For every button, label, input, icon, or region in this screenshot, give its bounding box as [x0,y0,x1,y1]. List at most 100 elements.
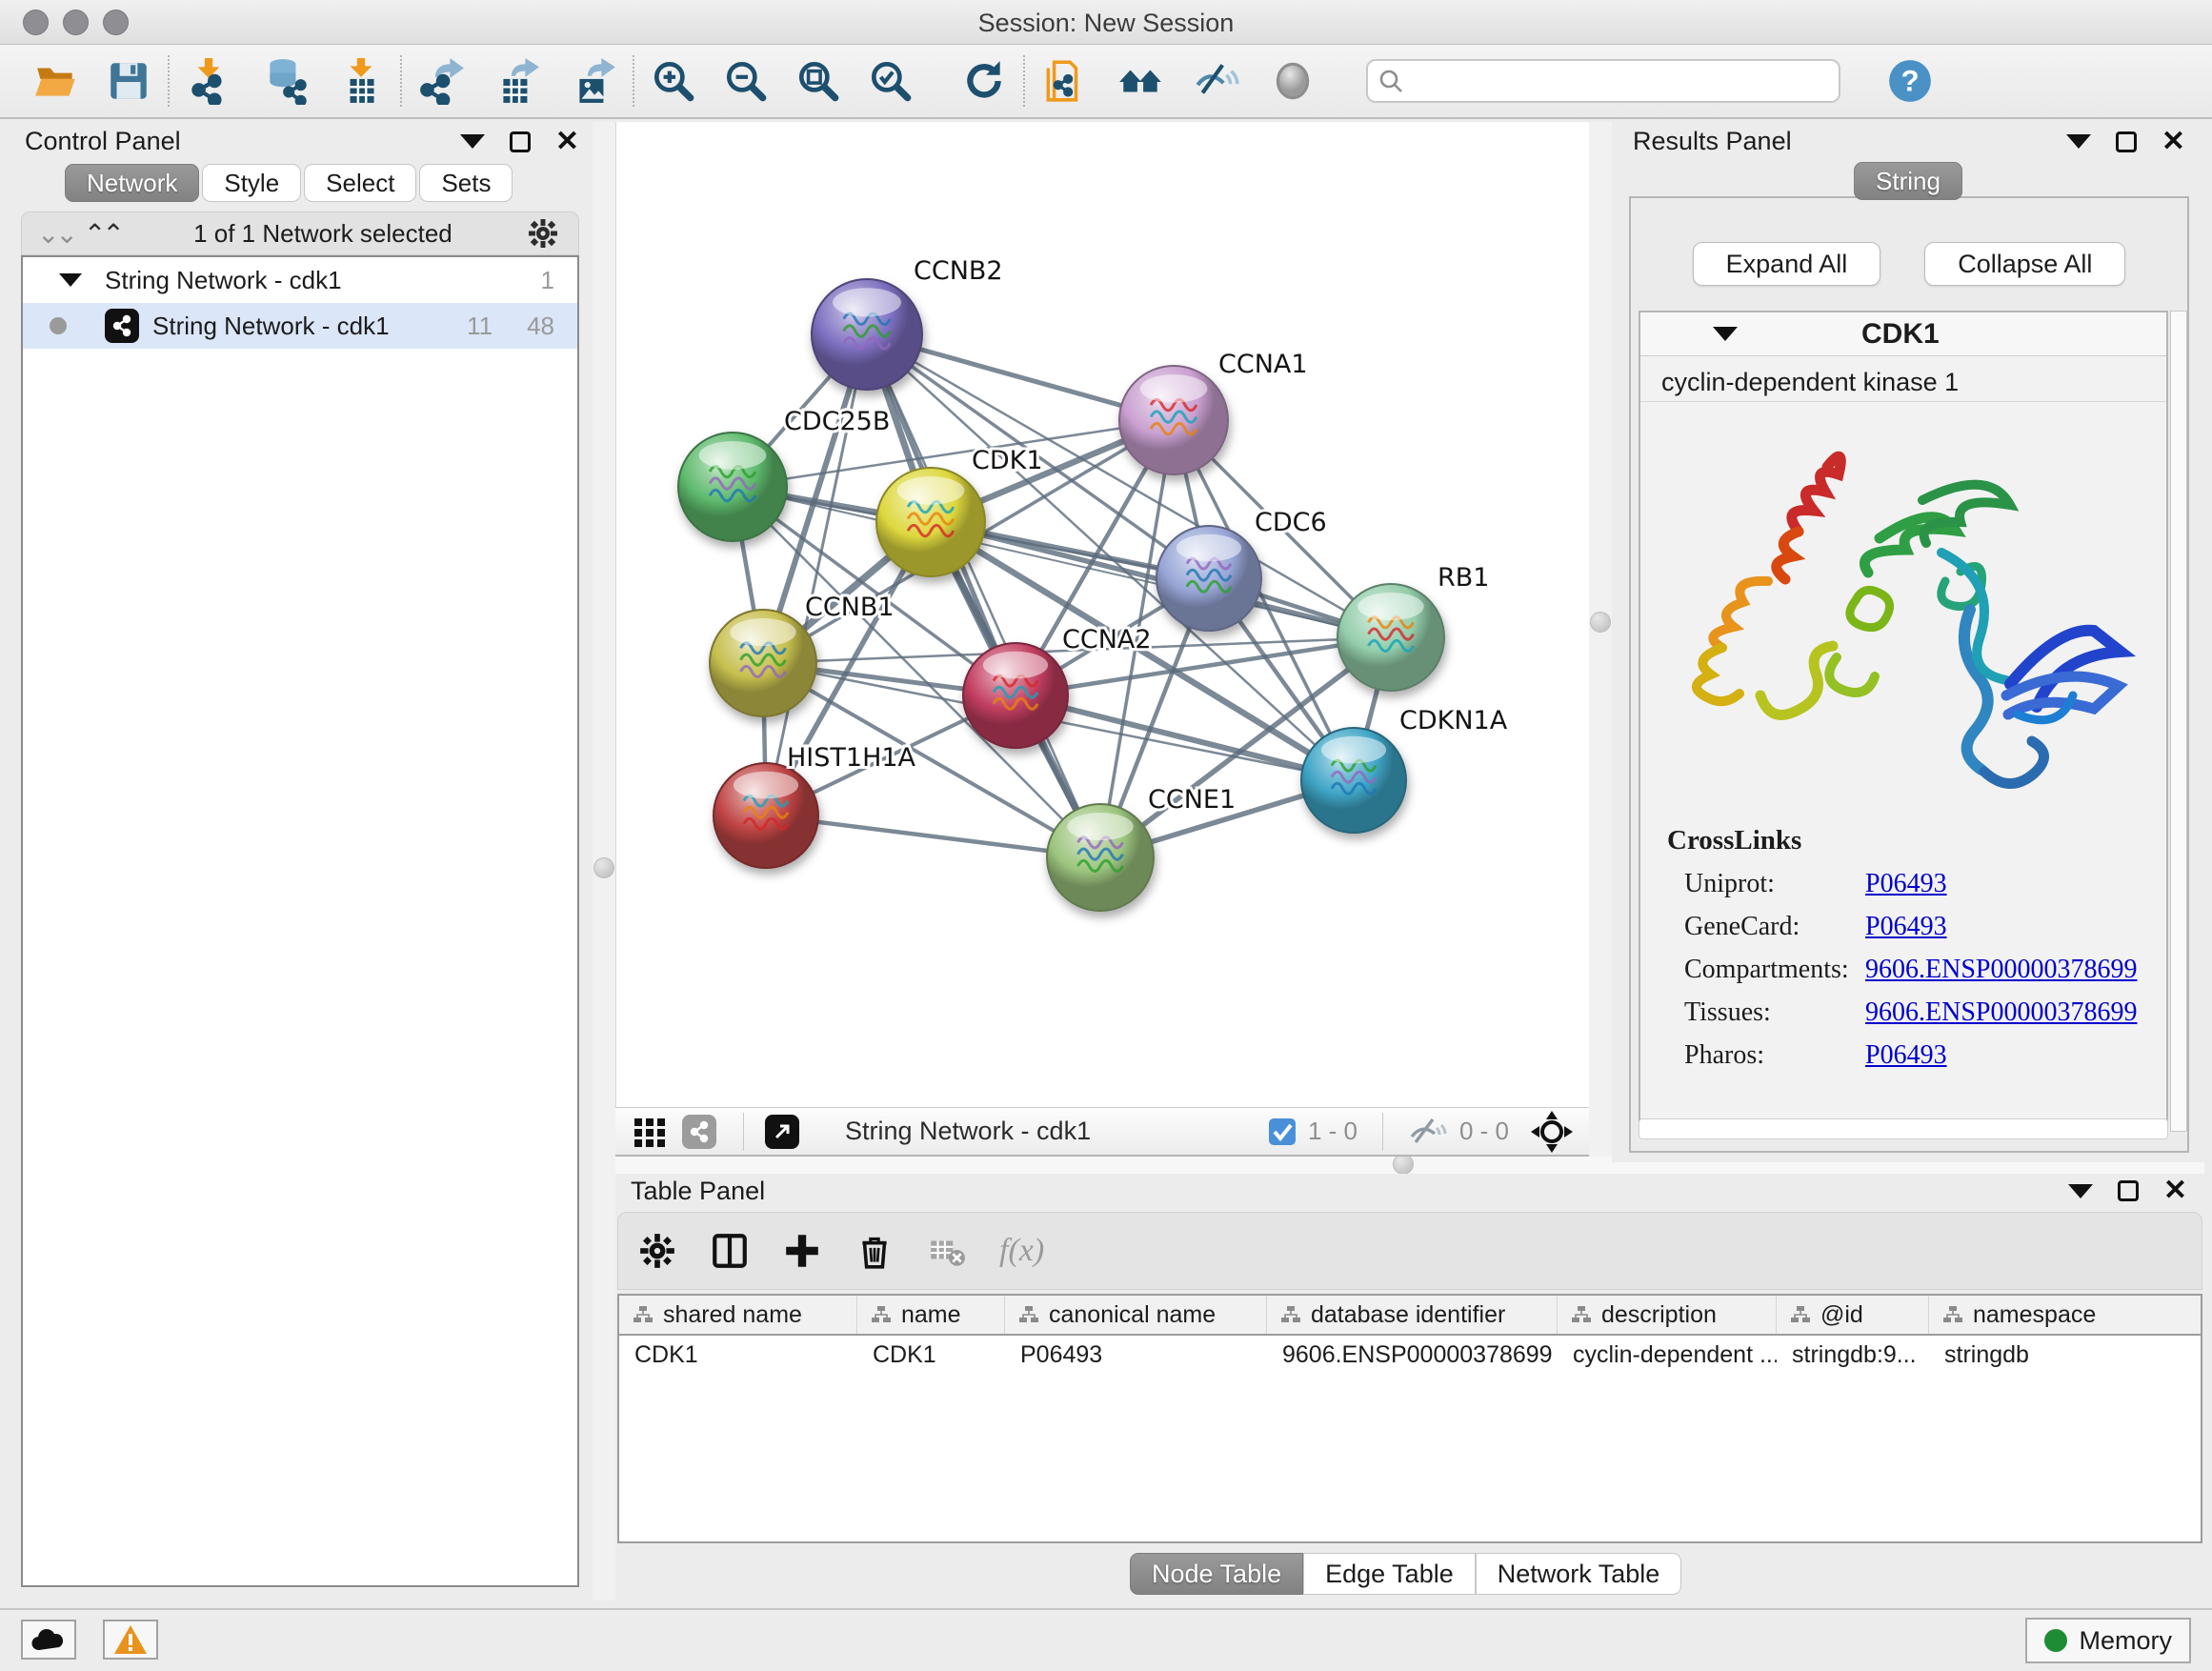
home-button[interactable] [1111,51,1170,111]
network-node-HIST1H1A[interactable]: HIST1H1A [714,743,916,868]
show-all-button[interactable] [1263,51,1322,111]
network-node-RB1[interactable]: RB1 [1337,563,1489,691]
export-network-button[interactable] [412,51,471,111]
network-collection-row[interactable]: String Network - cdk1 1 [23,257,577,303]
table-cell[interactable]: CDK1 [619,1336,857,1374]
table-cell[interactable]: CDK1 [857,1336,1005,1374]
network-node-CDC25B[interactable]: CDC25B [678,407,890,541]
column-header-canonical-name[interactable]: canonical name [1005,1296,1267,1334]
gene-collapse-icon[interactable] [1713,327,1738,341]
tab-node-table[interactable]: Node Table [1130,1553,1303,1595]
hidden-eye-icon[interactable] [1408,1116,1448,1148]
export-image-button[interactable] [564,51,623,111]
delete-column-icon[interactable] [855,1231,895,1271]
network-node-CCNB2[interactable]: CCNB2 [812,256,1003,390]
network-row[interactable]: String Network - cdk1 11 48 [23,303,577,349]
hide-unhide-button[interactable] [1187,51,1246,111]
search-input[interactable] [1366,59,1840,103]
divider-handle[interactable] [593,857,614,878]
column-header-database-identifier[interactable]: database identifier [1267,1296,1558,1334]
divider-handle[interactable] [1590,612,1611,633]
table-cell[interactable]: stringdb:9... [1777,1336,1929,1374]
grid-view-icon[interactable] [631,1113,669,1151]
panel-menu-icon[interactable] [2066,134,2091,149]
network-node-CCNA1[interactable]: CCNA1 [1119,350,1308,474]
table-options-gear-icon[interactable] [637,1231,677,1271]
tab-style[interactable]: Style [202,164,301,202]
table-row[interactable]: CDK1CDK1P064939606.ENSP00000378699cyclin… [619,1336,2201,1374]
network-share-icon[interactable] [682,1115,716,1149]
export-table-button[interactable] [488,51,547,111]
birds-eye-toggle-icon[interactable] [1530,1110,1574,1154]
column-header--id[interactable]: @id [1777,1296,1929,1334]
zoom-out-button[interactable] [716,51,775,111]
table-cell[interactable]: cyclin-dependent ... [1558,1336,1777,1374]
panel-menu-icon[interactable] [2068,1184,2093,1198]
network-options-gear-icon[interactable] [525,215,561,252]
show-columns-icon[interactable] [710,1231,750,1271]
import-table-button[interactable] [332,51,391,111]
results-horizontal-scrollbar[interactable] [1639,1118,2168,1139]
tab-select[interactable]: Select [304,164,416,202]
import-network-file-button[interactable] [179,51,238,111]
tab-network[interactable]: Network [65,164,199,202]
gene-section-header[interactable]: CDK1 [1640,312,2166,356]
crosslink-link[interactable]: 9606.ENSP00000378699 [1865,997,2137,1028]
node-table[interactable]: shared namenamecanonical namedatabase id… [617,1294,2202,1543]
refresh-button[interactable] [955,51,1014,111]
column-header-shared-name[interactable]: shared name [619,1296,857,1334]
expand-all-networks-icon[interactable]: ⌃⌃ [84,218,121,250]
zoom-selected-button[interactable] [861,51,920,111]
add-column-icon[interactable] [782,1231,822,1271]
column-header-description[interactable]: description [1558,1296,1777,1334]
warning-button[interactable] [103,1620,158,1660]
crosslink-link[interactable]: 9606.ENSP00000378699 [1865,955,2137,985]
tab-network-table[interactable]: Network Table [1476,1553,1682,1595]
save-session-button[interactable] [99,51,158,111]
tab-sets[interactable]: Sets [419,164,513,202]
cloud-button[interactable] [21,1620,76,1660]
panel-float-icon[interactable] [2118,1180,2139,1201]
crosslink-link[interactable]: P06493 [1865,1040,1947,1071]
zoom-in-button[interactable] [644,51,703,111]
zoom-fit-icon [794,57,842,105]
table-cell[interactable]: 9606.ENSP00000378699 [1267,1336,1558,1374]
collapse-all-button[interactable]: Collapse All [1924,242,2125,286]
expand-all-button[interactable]: Expand All [1693,242,1881,286]
zoom-fit-button[interactable] [789,51,848,111]
network-edge[interactable] [867,334,1100,857]
results-scrollbar[interactable] [2170,311,2187,1132]
panel-close-icon[interactable]: ✕ [555,131,579,152]
panel-close-icon[interactable]: ✕ [2163,1180,2187,1201]
crosslink-link[interactable]: P06493 [1865,869,1947,899]
tab-string[interactable]: String [1854,162,1962,200]
toolbar-separator [1023,55,1025,107]
table-cell[interactable]: stringdb [1929,1336,2202,1374]
table-cell[interactable]: P06493 [1005,1336,1267,1374]
network-canvas[interactable]: CCNB2CCNA1CDC25BCDK1CDC6RB1CCNB1CCNA2CDK… [615,122,1589,1107]
divider-handle[interactable] [1393,1154,1414,1175]
crosslink-link[interactable]: P06493 [1865,912,1947,942]
panel-menu-icon[interactable] [460,134,485,149]
panel-float-icon[interactable] [510,131,531,152]
panel-float-icon[interactable] [2116,131,2137,152]
main-toolbar: ? [0,45,2212,119]
column-header-namespace[interactable]: namespace [1929,1296,2202,1334]
import-network-database-button[interactable] [255,51,314,111]
help-button[interactable]: ? [1880,51,1940,111]
selected-checkbox-icon[interactable] [1268,1117,1297,1146]
column-header-name[interactable]: name [857,1296,1005,1334]
open-in-window-icon[interactable] [765,1115,799,1149]
collection-expand-icon[interactable] [59,273,82,287]
crosslink-row: Pharos:P06493 [1667,1040,2166,1071]
collapse-all-networks-icon[interactable]: ⌄⌄ [37,218,74,250]
open-session-button[interactable] [27,51,86,111]
panel-close-icon[interactable]: ✕ [2162,131,2185,152]
network-node-CCNB1[interactable]: CCNB1 [710,593,895,716]
tab-edge-table[interactable]: Edge Table [1303,1553,1476,1595]
string-network-graph[interactable]: CCNB2CCNA1CDC25BCDK1CDC6RB1CCNB1CCNA2CDK… [616,122,1590,1107]
left-panel-divider[interactable] [593,122,615,1601]
clone-network-button[interactable] [1035,51,1094,111]
memory-button[interactable]: Memory [2025,1618,2191,1663]
network-node-CDKN1A[interactable]: CDKN1A [1301,706,1508,833]
